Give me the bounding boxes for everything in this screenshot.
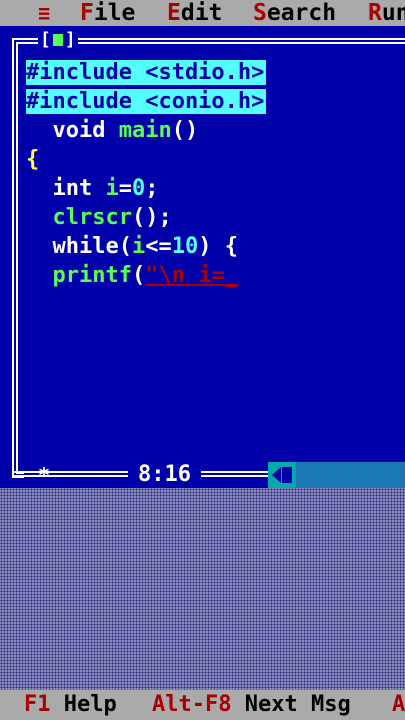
hint-next-msg-key: Alt-F8 <box>152 692 232 717</box>
hint-next-msg-label: Next Msg <box>244 692 351 717</box>
editor-window[interactable]: [] #include <stdio.h> #include <conio.h>… <box>0 26 405 484</box>
parens: () <box>171 118 199 143</box>
arrow-left-icon <box>272 467 281 483</box>
code-line-8: printf("\n i=_ <box>26 261 405 290</box>
close-box-left: [ <box>40 29 51 50</box>
operator-assign: = <box>118 176 132 201</box>
code-area[interactable]: #include <stdio.h> #include <conio.h> vo… <box>26 58 405 290</box>
desktop-background <box>0 488 405 690</box>
menu-search-label: earch <box>266 0 337 26</box>
frame-corner <box>12 442 24 478</box>
close-box-right: ] <box>64 29 76 50</box>
menu-file[interactable]: File <box>80 0 135 26</box>
menu-edit-label: dit <box>180 0 223 26</box>
code-line-3: void main() <box>26 116 405 145</box>
hint-help-key: F1 <box>24 692 51 717</box>
scroll-left-button[interactable] <box>268 462 296 488</box>
cursor-position: 8:16 <box>128 462 201 488</box>
identifier-main: main <box>118 118 172 143</box>
menu-search-hotkey: S <box>253 0 267 26</box>
paren-open: ( <box>131 263 146 288</box>
text-cursor: _ <box>224 263 238 288</box>
identifier-clrscr: clrscr <box>52 205 132 230</box>
code-line-6: clrscr(); <box>26 203 405 232</box>
modified-marker: * <box>38 463 51 487</box>
menu-run-hotkey: R <box>368 0 382 26</box>
keyword-int: int <box>52 176 93 201</box>
code-line-5: int i=0; <box>26 174 405 203</box>
include-conio: #include <conio.h> <box>26 89 267 114</box>
editor-status-line: * 8:16 <box>0 442 405 488</box>
hint-help[interactable]: F1 Help <box>24 690 117 720</box>
paren-close-brace: ) { <box>198 234 238 259</box>
identifier-printf: printf <box>52 263 132 288</box>
menu-run[interactable]: Run <box>368 0 405 26</box>
system-menu-icon[interactable]: ≡ <box>38 0 50 26</box>
keyword-void: void <box>52 118 106 143</box>
keyword-while: while <box>52 234 119 259</box>
menu-edit[interactable]: Edit <box>167 0 222 26</box>
identifier-i: i <box>105 176 119 201</box>
identifier-i: i <box>131 234 146 259</box>
menu-bar: ≡ File Edit Search Run <box>0 0 405 26</box>
menu-file-hotkey: F <box>80 0 94 26</box>
code-line-1: #include <stdio.h> <box>26 58 405 87</box>
menu-file-label: ile <box>93 0 136 26</box>
number-ten: 10 <box>171 234 199 259</box>
menu-edit-hotkey: E <box>167 0 181 26</box>
menu-run-label: un <box>381 0 405 26</box>
number-zero: 0 <box>132 176 146 201</box>
close-icon[interactable] <box>52 34 63 46</box>
semicolon: ; <box>145 176 159 201</box>
string-literal: "\n i= <box>145 263 225 288</box>
call-end: (); <box>131 205 172 230</box>
code-line-7: while(i<=10) { <box>26 232 405 261</box>
paren-open: ( <box>118 234 132 259</box>
hint-bar: F1 Help Alt-F8 Next Msg A <box>0 690 405 720</box>
code-line-2: #include <conio.h> <box>26 87 405 116</box>
include-stdio: #include <stdio.h> <box>26 60 267 85</box>
open-brace: { <box>26 147 40 172</box>
operator-le: <= <box>145 234 172 259</box>
menu-search[interactable]: Search <box>253 0 336 26</box>
code-line-4: { <box>26 145 405 174</box>
close-box[interactable]: [] <box>38 30 78 50</box>
hint-truncated-key: A <box>392 692 405 717</box>
hint-help-label: Help <box>63 692 117 717</box>
scroll-thumb[interactable] <box>282 467 292 483</box>
hint-next-msg[interactable]: Alt-F8 Next Msg <box>152 690 351 720</box>
hint-truncated[interactable]: A <box>392 690 405 720</box>
